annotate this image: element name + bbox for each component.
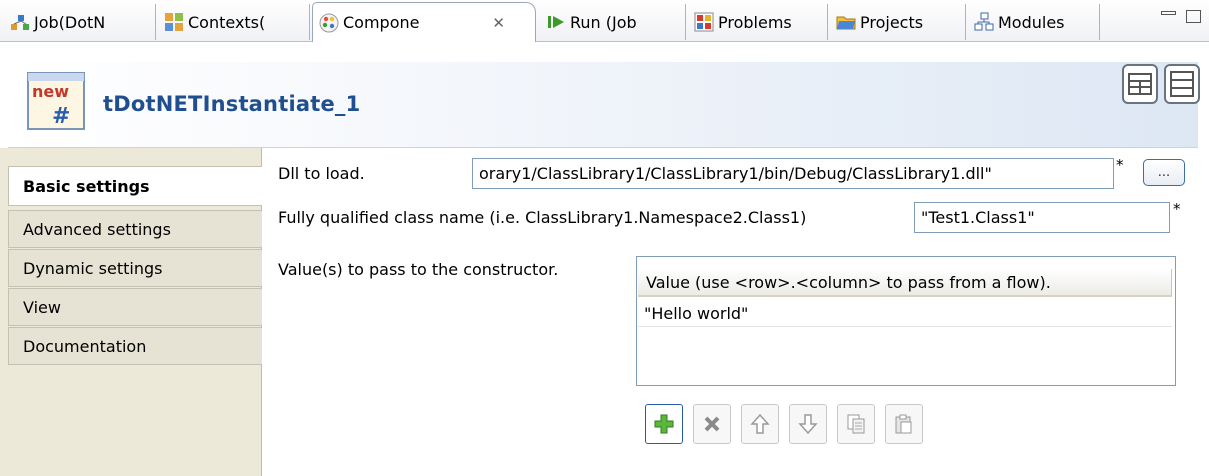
view-tab-bar: Job(DotN Contexts( Compone ✕ Run (Job Pr… xyxy=(0,0,1209,42)
tab-label: Run (Job xyxy=(570,12,637,32)
tab-label: Compone xyxy=(343,13,420,32)
sidebar-item-view[interactable]: View xyxy=(8,288,262,326)
close-tab-icon[interactable]: ✕ xyxy=(492,14,505,32)
component-type-icon: new # xyxy=(27,72,85,130)
contexts-icon xyxy=(165,13,183,31)
window-controls xyxy=(1161,10,1201,23)
tab-modules[interactable]: Modules xyxy=(968,4,1100,40)
component-title: tDotNETInstantiate_1 xyxy=(103,92,361,116)
tab-contexts[interactable]: Contexts( xyxy=(158,4,310,40)
modules-icon xyxy=(974,12,994,31)
tab-label: Modules xyxy=(998,12,1065,32)
tab-label: Job(DotN xyxy=(34,12,106,32)
remove-row-button[interactable] xyxy=(693,404,731,444)
table-cell: "Hello world" xyxy=(644,303,749,323)
constructor-values-table[interactable]: Value (use <row>.<column> to pass from a… xyxy=(636,256,1176,386)
tab-problems[interactable]: Problems xyxy=(688,4,828,40)
table-column-header[interactable]: Value (use <row>.<column> to pass from a… xyxy=(638,269,1172,297)
copy-button[interactable] xyxy=(837,404,875,444)
sidebar-item-basic-settings[interactable]: Basic settings xyxy=(8,166,262,206)
tab-job[interactable]: Job(DotN xyxy=(4,4,156,40)
projects-icon xyxy=(836,16,856,30)
settings-sidebar: Basic settings Advanced settings Dynamic… xyxy=(0,148,262,476)
browse-button[interactable]: ... xyxy=(1143,159,1185,186)
form-layout-button[interactable] xyxy=(1164,64,1200,104)
tab-label: Problems xyxy=(718,12,792,32)
tab-component[interactable]: Compone ✕ xyxy=(312,2,536,42)
move-up-button[interactable] xyxy=(741,404,779,444)
component-icon xyxy=(319,13,339,32)
constructor-values-label: Value(s) to pass to the constructor. xyxy=(278,260,559,279)
sidebar-item-label: Documentation xyxy=(23,336,147,356)
minimize-icon[interactable] xyxy=(1161,11,1176,15)
sidebar-item-dynamic-settings[interactable]: Dynamic settings xyxy=(8,249,262,287)
table-layout-icon xyxy=(1128,73,1152,95)
sidebar-item-label: View xyxy=(23,297,61,317)
table-toolbar xyxy=(645,404,923,444)
component-header: new # tDotNETInstantiate_1 xyxy=(8,62,1200,148)
class-name-value: "Test1.Class1" xyxy=(921,208,1035,227)
maximize-icon[interactable] xyxy=(1186,10,1201,23)
tab-label: Contexts( xyxy=(188,12,266,32)
dll-label: Dll to load. xyxy=(278,164,365,183)
add-row-button[interactable] xyxy=(645,404,683,444)
tab-run[interactable]: Run (Job xyxy=(540,4,686,40)
arrow-up-icon xyxy=(750,413,770,434)
icon-badge: new xyxy=(32,82,69,101)
tab-label: Projects xyxy=(860,12,924,32)
run-icon xyxy=(548,16,564,28)
plus-icon xyxy=(654,414,674,434)
arrow-down-icon xyxy=(798,414,818,435)
job-icon xyxy=(11,15,29,30)
sidebar-item-label: Basic settings xyxy=(23,176,150,196)
problems-icon xyxy=(694,12,714,32)
dll-path-input[interactable]: orary1/ClassLibrary1/ClassLibrary1/bin/D… xyxy=(472,158,1114,189)
tab-projects[interactable]: Projects xyxy=(830,4,966,40)
form-layout-icon xyxy=(1170,71,1194,97)
sidebar-item-advanced-settings[interactable]: Advanced settings xyxy=(8,210,262,248)
paste-button[interactable] xyxy=(885,404,923,444)
move-down-button[interactable] xyxy=(789,404,827,444)
class-name-input[interactable]: "Test1.Class1" xyxy=(914,202,1170,233)
column-header-label: Value (use <row>.<column> to pass from a… xyxy=(646,272,1051,292)
copy-icon xyxy=(847,414,865,434)
sidebar-item-label: Advanced settings xyxy=(23,219,171,239)
layout-buttons xyxy=(1122,64,1200,104)
dll-path-value: orary1/ClassLibrary1/ClassLibrary1/bin/D… xyxy=(479,164,992,183)
svg-text:#: # xyxy=(52,104,70,129)
required-marker: * xyxy=(1173,200,1181,218)
class-name-label: Fully qualified class name (i.e. ClassLi… xyxy=(278,208,807,227)
browse-label: ... xyxy=(1157,165,1171,180)
required-marker: * xyxy=(1116,156,1124,174)
paste-icon xyxy=(895,414,912,434)
table-row[interactable]: "Hello world" xyxy=(638,300,1172,327)
delete-icon xyxy=(704,416,720,432)
table-layout-button[interactable] xyxy=(1122,64,1158,104)
sidebar-item-documentation[interactable]: Documentation xyxy=(8,327,262,365)
sidebar-item-label: Dynamic settings xyxy=(23,258,163,278)
